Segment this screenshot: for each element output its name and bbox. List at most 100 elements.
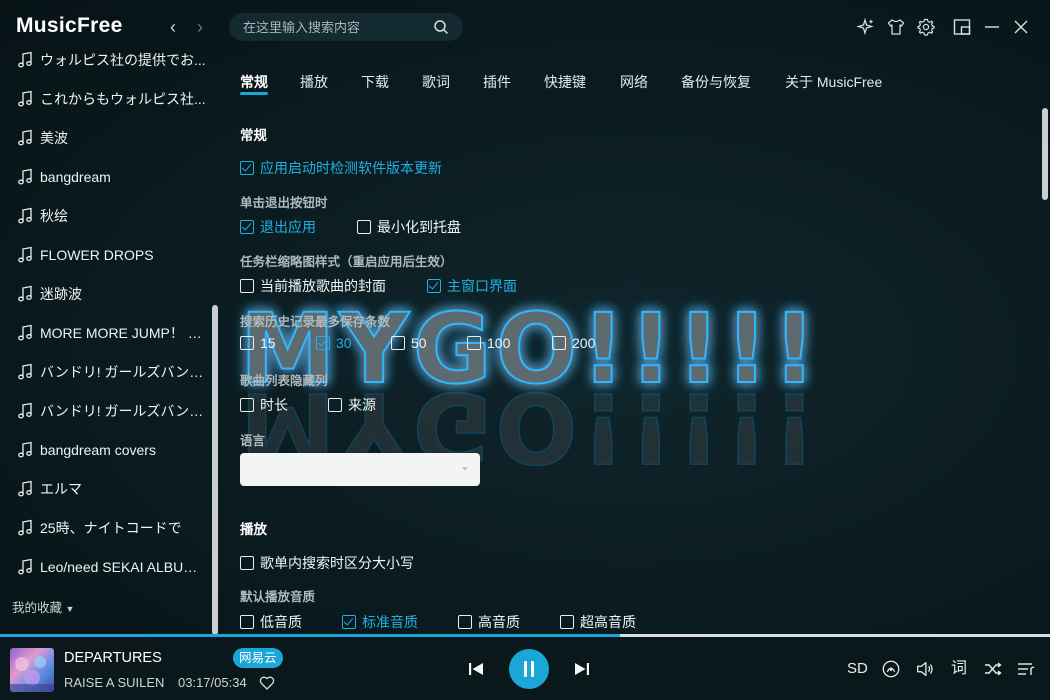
music-note-icon (16, 519, 34, 537)
sidebar-playlist-item[interactable]: バンドリ! ガールズバンド... (0, 352, 210, 391)
music-note-icon (16, 441, 34, 459)
checkbox-box (240, 398, 254, 412)
checkbox-label: 100 (487, 335, 511, 351)
thumb-cover-checkbox[interactable]: 当前播放歌曲的封面 (240, 276, 386, 296)
lyrics-button[interactable]: 词 (951, 659, 967, 679)
sidebar-playlist-item[interactable]: バンドリ! ガールズバンド... (0, 391, 210, 430)
quality-option[interactable]: 低音质 (240, 612, 302, 632)
checkbox-label: 低音质 (260, 614, 302, 630)
album-cover[interactable] (10, 648, 54, 692)
song-title[interactable]: DEPARTURES (64, 650, 162, 666)
checkbox-box (240, 556, 254, 570)
sound-quality-button[interactable]: SD (847, 659, 868, 679)
search-history-title: 搜索历史记录最多保存条数 (240, 315, 391, 329)
sidebar-playlist-item[interactable]: 秋绘 (0, 196, 210, 235)
checkbox-label: 15 (260, 335, 276, 351)
default-quality-title: 默认播放音质 (240, 590, 316, 604)
settings-tab[interactable]: 歌词 (422, 72, 450, 92)
sidebar-playlist-item[interactable]: Leo/need SEKAI ALBUM ... (0, 547, 210, 586)
sidebar-playlist-item[interactable]: 25時、ナイトコードで (0, 508, 210, 547)
sidebar-playlist-item[interactable]: 迷跡波 (0, 274, 210, 313)
pause-button[interactable] (509, 649, 549, 689)
checkbox-box (342, 615, 356, 629)
sidebar-playlist-item[interactable]: エルマ (0, 469, 210, 508)
sidebar-scrollbar[interactable] (212, 305, 218, 635)
history-count-option[interactable]: 200 (552, 335, 595, 351)
sidebar-playlist-item[interactable]: bangdream covers (0, 430, 210, 469)
history-count-option[interactable]: 100 (467, 335, 510, 351)
column-duration-checkbox[interactable]: 时长 (240, 395, 288, 415)
checkbox-box (328, 398, 342, 412)
settings-tab[interactable]: 插件 (483, 72, 511, 92)
checkbox-box (467, 336, 481, 350)
minimize-icon[interactable] (982, 17, 1002, 37)
settings-tab[interactable]: 备份与恢复 (681, 72, 751, 92)
volume-icon[interactable] (914, 659, 936, 679)
settings-tab[interactable]: 网络 (620, 72, 648, 92)
checkbox-label: 200 (572, 335, 596, 351)
checkbox-box (560, 615, 574, 629)
checkbox-box (240, 161, 254, 175)
section-general-title: 常规 (240, 128, 267, 143)
history-count-option[interactable]: 15 (240, 335, 276, 351)
sound-effects-icon[interactable] (880, 659, 902, 679)
checkbox-box (357, 220, 371, 234)
checkbox-box (240, 336, 254, 350)
sidebar-playlist-item[interactable]: bangdream (0, 157, 210, 196)
thumb-main-window-checkbox[interactable]: 主窗口界面 (427, 276, 517, 296)
forward-button[interactable]: › (190, 16, 210, 38)
search-input[interactable] (243, 19, 433, 35)
checkbox-label: 应用启动时检测软件版本更新 (260, 160, 442, 176)
mini-mode-icon[interactable] (952, 17, 972, 37)
favorites-label: 我的收藏 (12, 601, 63, 615)
settings-tab[interactable]: 快捷键 (544, 72, 586, 92)
column-source-checkbox[interactable]: 来源 (328, 395, 376, 415)
search-icon[interactable] (433, 19, 449, 35)
music-note-icon (16, 90, 34, 108)
music-note-icon (16, 285, 34, 303)
sidebar-playlist-item[interactable]: FLOWER DROPS (0, 235, 210, 274)
source-badge: 网易云 (233, 648, 283, 668)
checkbox-box (240, 279, 254, 293)
back-button[interactable]: ‹ (163, 16, 183, 38)
quality-option[interactable]: 超高音质 (560, 612, 636, 632)
checkbox-box (391, 336, 405, 350)
theme-shirt-icon[interactable] (886, 17, 906, 37)
history-count-option[interactable]: 30 (316, 335, 352, 351)
settings-tab[interactable]: 下载 (361, 72, 389, 92)
playlist-label: FLOWER DROPS (40, 246, 154, 263)
settings-tab[interactable]: 播放 (300, 72, 328, 92)
quality-option[interactable]: 高音质 (458, 612, 520, 632)
shuffle-icon[interactable] (983, 659, 1003, 679)
exit-button-title: 单击退出按钮时 (240, 196, 328, 210)
sidebar-playlist-item[interactable]: ウォルピス社の提供でお... (0, 42, 210, 79)
music-note-icon (16, 324, 34, 342)
settings-tab[interactable]: 关于 MusicFree (785, 72, 882, 92)
close-icon[interactable] (1011, 17, 1031, 37)
sidebar-playlist-item[interactable]: MORE MORE JUMP！ SE... (0, 313, 210, 352)
playlist-label: Leo/need SEKAI ALBUM ... (40, 558, 206, 575)
settings-gear-icon[interactable] (916, 17, 936, 37)
favorites-header[interactable]: 我的收藏 ▼ (12, 597, 74, 616)
minimize-tray-checkbox[interactable]: 最小化到托盘 (357, 217, 461, 237)
quality-option[interactable]: 标准音质 (342, 612, 418, 632)
song-artist[interactable]: RAISE A SUILEN (64, 675, 164, 690)
sidebar-playlist-item[interactable]: これからもウォルピス社... (0, 79, 210, 118)
sidebar-playlist-item[interactable]: 美波 (0, 118, 210, 157)
check-update-checkbox[interactable]: 应用启动时检测软件版本更新 (240, 158, 442, 178)
playlist-icon[interactable] (1016, 659, 1036, 679)
language-select[interactable] (240, 453, 480, 486)
case-sensitive-checkbox[interactable]: 歌单内搜索时区分大小写 (240, 553, 414, 573)
sparkle-icon[interactable] (856, 17, 876, 37)
settings-tab[interactable]: 常规 (240, 72, 268, 92)
chevron-down-icon: ▼ (65, 604, 75, 614)
checkbox-label: 退出应用 (260, 219, 316, 235)
exit-app-checkbox[interactable]: 退出应用 (240, 217, 316, 237)
main-scrollbar[interactable] (1042, 108, 1048, 200)
history-count-option[interactable]: 50 (391, 335, 427, 351)
next-track-icon[interactable] (572, 659, 592, 679)
hide-columns-title: 歌曲列表隐藏列 (240, 374, 328, 388)
favorite-heart-icon[interactable] (259, 675, 275, 691)
playlist-label: ウォルピス社の提供でお... (40, 51, 206, 68)
previous-track-icon[interactable] (466, 659, 486, 679)
